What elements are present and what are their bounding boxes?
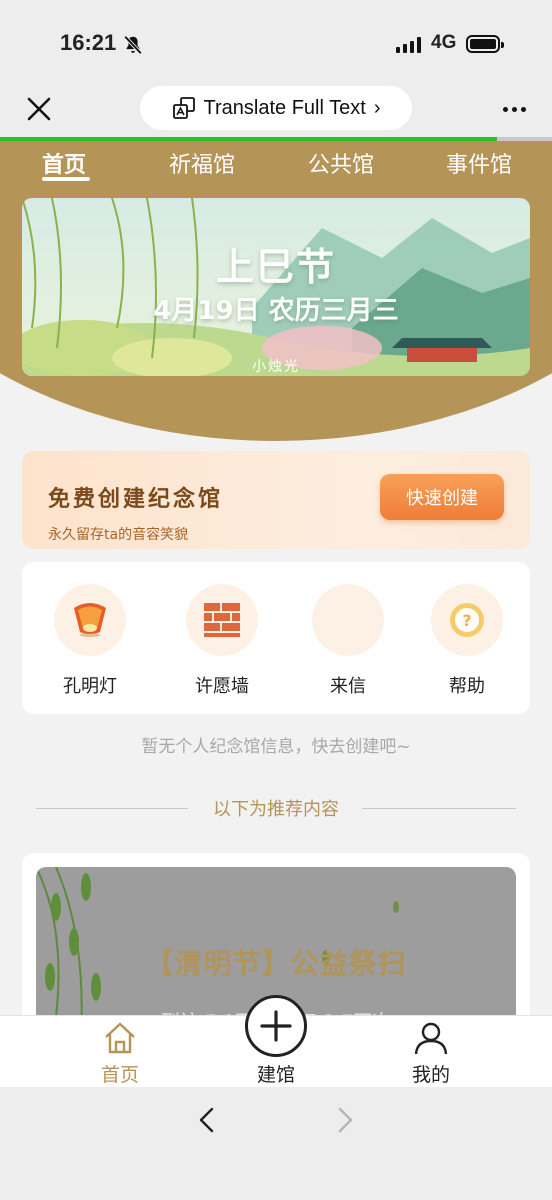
back-arrow-icon[interactable] xyxy=(194,1105,220,1135)
bell-muted-icon xyxy=(123,35,143,55)
menu-label: 孔明灯 xyxy=(63,676,117,697)
menu-item-letter[interactable]: 来信 xyxy=(298,584,398,698)
banner-brand: 小烛光 xyxy=(252,359,300,375)
banner-title: 上巳节 xyxy=(215,245,336,289)
feature-menu: 孔明灯 许愿墙 来信 ? 帮助 xyxy=(22,562,530,714)
home-icon xyxy=(105,1022,135,1054)
status-bar: 16:21 4G xyxy=(0,0,552,88)
festival-banner[interactable]: 上巳节 4月19日 农历三月三 小烛光 xyxy=(22,198,530,376)
brick-wall-icon xyxy=(204,603,240,637)
letter-icon xyxy=(312,584,384,656)
recommend-divider: 以下为推荐内容 xyxy=(36,795,516,823)
browser-top-bar: Translate Full Text › xyxy=(0,80,552,138)
menu-item-wish-wall[interactable]: 许愿墙 xyxy=(172,584,272,698)
active-tab-indicator xyxy=(42,177,90,181)
translate-label: Translate Full Text xyxy=(203,96,366,119)
plus-circle-icon[interactable] xyxy=(245,995,307,1057)
menu-item-sky-lantern[interactable]: 孔明灯 xyxy=(40,584,140,698)
close-icon[interactable] xyxy=(24,94,54,124)
create-memorial-subtitle: 永久留存ta的音容笑貌 xyxy=(48,527,189,543)
signal-icon xyxy=(396,37,421,53)
recommend-card-title: 【清明节】公益祭扫 xyxy=(145,947,407,980)
tab-blessing-hall[interactable]: 祈福馆 xyxy=(169,147,235,179)
translate-icon xyxy=(172,97,195,119)
create-memorial-title: 免费创建纪念馆 xyxy=(48,487,224,512)
nav-label: 首页 xyxy=(100,1064,139,1086)
chevron-right-icon: › xyxy=(373,96,381,119)
translate-full-text-button[interactable]: Translate Full Text › xyxy=(140,86,412,130)
user-icon xyxy=(414,1022,448,1055)
menu-item-help[interactable]: ? 帮助 xyxy=(417,584,517,698)
sky-lantern-icon xyxy=(74,603,106,637)
nav-label: 建馆 xyxy=(256,1064,295,1086)
browser-bottom-bar xyxy=(0,1087,552,1200)
clock: 16:21 xyxy=(60,30,117,55)
forward-arrow-icon[interactable] xyxy=(332,1105,358,1135)
tab-home[interactable]: 首页 xyxy=(42,147,86,179)
menu-label: 帮助 xyxy=(449,676,485,697)
network-type: 4G xyxy=(431,32,457,53)
tab-event-hall[interactable]: 事件馆 xyxy=(446,147,512,179)
more-options-icon[interactable] xyxy=(496,94,532,124)
menu-label: 来信 xyxy=(330,676,366,697)
tab-public-hall[interactable]: 公共馆 xyxy=(308,147,374,179)
menu-label: 许愿墙 xyxy=(195,676,249,697)
help-icon: ? xyxy=(450,603,484,637)
banner-date: 4月19日 农历三月三 xyxy=(153,296,399,326)
nav-label: 我的 xyxy=(411,1064,450,1086)
quick-create-button[interactable]: 快速创建 xyxy=(380,474,504,520)
battery-icon xyxy=(466,35,504,53)
recommend-header: 以下为推荐内容 xyxy=(213,799,339,820)
svg-text:?: ? xyxy=(462,611,471,630)
create-memorial-card: 免费创建纪念馆 永久留存ta的音容笑貌 快速创建 xyxy=(22,451,530,549)
empty-memorial-tip: 暂无个人纪念馆信息，快去创建吧~ xyxy=(141,737,411,757)
